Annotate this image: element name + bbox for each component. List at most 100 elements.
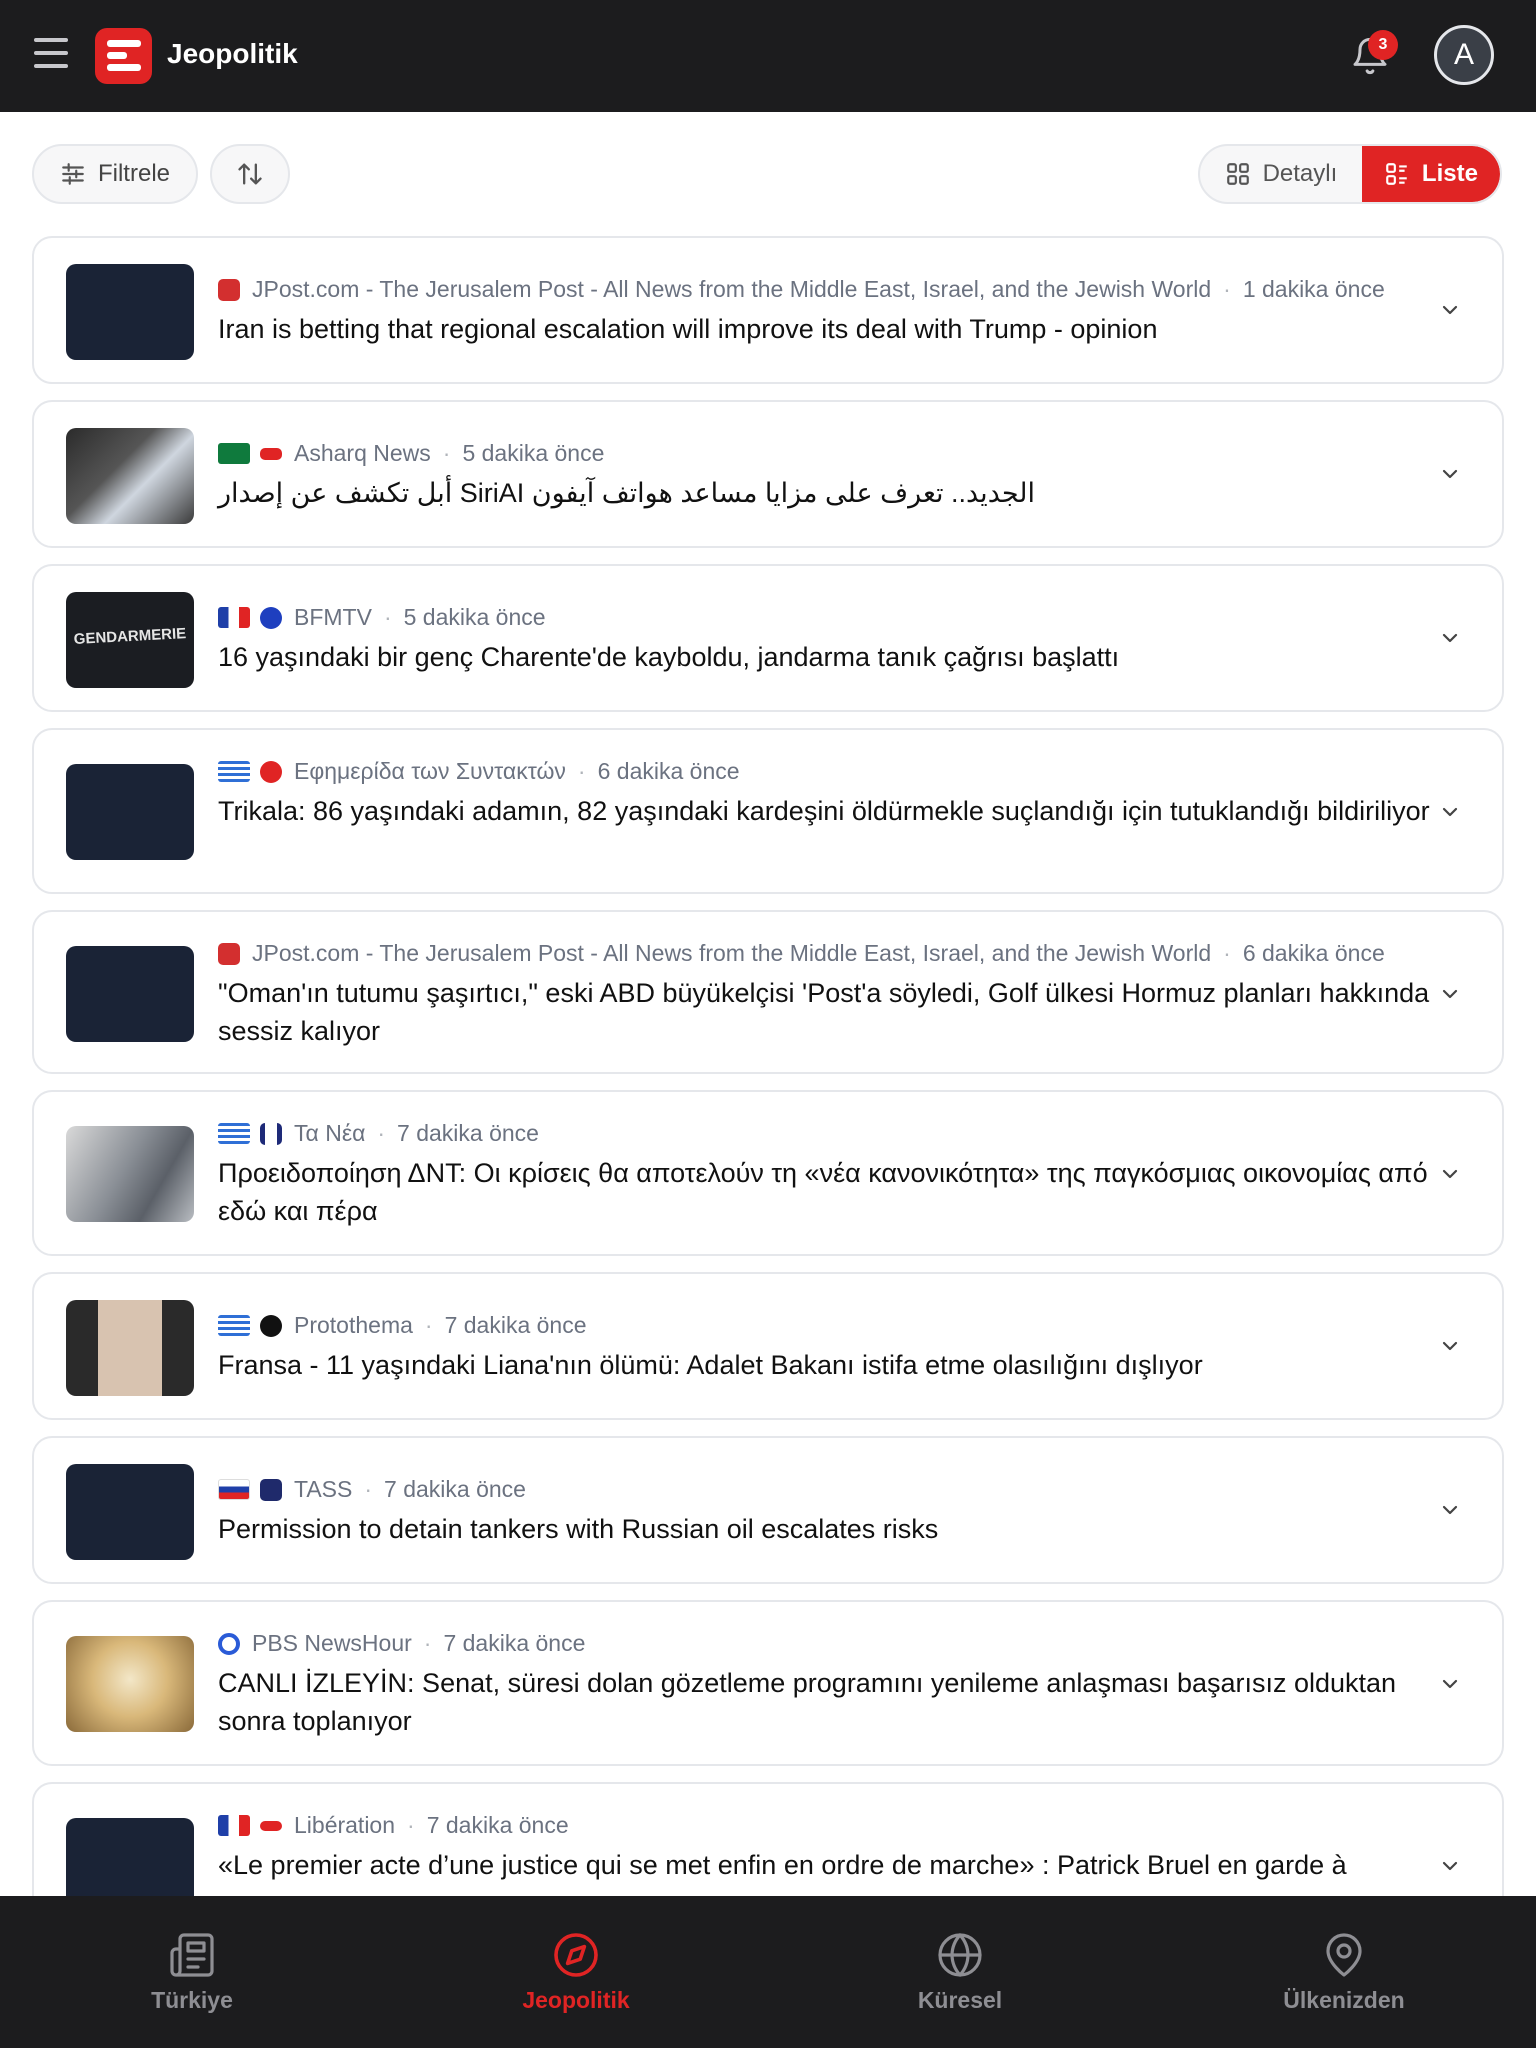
news-thumbnail: GENDARMERIE — [66, 592, 194, 688]
list-icon — [1386, 163, 1407, 185]
news-meta: BFMTV · 5 dakika önce — [218, 604, 546, 631]
chevron-down-icon[interactable] — [1438, 1334, 1462, 1358]
news-title: الجديد.. تعرف على مزايا مساعد هواتف آيفو… — [218, 478, 1036, 508]
news-time: 7 dakika önce — [397, 1120, 539, 1146]
nav-label: Ülkenizden — [1283, 1986, 1405, 2013]
chevron-down-icon[interactable] — [1438, 1672, 1462, 1696]
globe-icon — [938, 1932, 982, 1977]
news-card[interactable]: Εφημερίδα των Συντακτών · 6 dakika önce T… — [32, 728, 1504, 894]
news-source: Protothema — [294, 1312, 413, 1338]
nav-label: Türkiye — [151, 1986, 233, 2013]
bottom-nav: Türkiye Jeopolitik Küresel Ülkenizden — [0, 1896, 1536, 2048]
news-time: 1 dakika önce — [1242, 276, 1385, 302]
news-source: JPost.com - The Jerusalem Post - All New… — [252, 276, 1212, 302]
grid-icon — [1226, 163, 1249, 185]
news-source: Τα Νέα — [294, 1120, 366, 1146]
chevron-down-icon[interactable] — [1438, 800, 1462, 824]
pbs-logo-icon — [218, 1632, 240, 1655]
nav-label: Jeopolitik — [522, 1986, 630, 2013]
france-flag-icon — [218, 1815, 250, 1836]
news-time: 5 dakika önce — [462, 440, 605, 466]
news-title: CANLI İZLEYİN: Senat, süresi dolan gözet… — [218, 1668, 1397, 1736]
greece-flag-icon — [218, 1315, 250, 1336]
news-card[interactable]: PBS NewsHour · 7 dakika önce CANLI İZLEYİ… — [32, 1600, 1504, 1766]
sliders-icon — [62, 163, 84, 185]
news-source: TASS — [294, 1476, 353, 1502]
news-card[interactable]: Τα Νέα · 7 dakika önce Προειδοποίηση ΔΝΤ:… — [32, 1090, 1504, 1256]
chevron-down-icon[interactable] — [1438, 462, 1462, 486]
news-meta: Asharq News · 5 dakika önce — [218, 440, 604, 467]
news-meta: Protothema · 7 dakika önce — [218, 1312, 587, 1339]
compass-icon — [554, 1932, 598, 1977]
news-time: 7 dakika önce — [444, 1312, 587, 1338]
nav-label: Küresel — [917, 1986, 1003, 2013]
news-title: «Le premier acte d’une justice qui se me… — [218, 1850, 1347, 1880]
news-card[interactable]: Asharq News · 5 dakika önce الجديد.. تعرف… — [32, 400, 1504, 548]
view-detail-label: Detaylı — [1262, 160, 1338, 187]
news-card[interactable]: Protothema · 7 dakika önce Fransa - 11 ya… — [32, 1272, 1504, 1420]
view-toggle: Detaylı Liste — [1198, 144, 1502, 204]
chevron-down-icon[interactable] — [1438, 982, 1462, 1006]
tanea-logo-icon — [260, 1122, 282, 1145]
tass-logo-icon — [260, 1478, 282, 1501]
chevron-down-icon[interactable] — [1438, 626, 1462, 650]
map-pin-icon — [1326, 1932, 1362, 1977]
sort-button[interactable] — [210, 144, 290, 204]
chevron-down-icon[interactable] — [1438, 1854, 1462, 1878]
chevron-down-icon[interactable] — [1438, 298, 1462, 322]
news-source: Asharq News — [294, 440, 431, 466]
nav-item-ulkenizden[interactable]: Ülkenizden — [1152, 1896, 1536, 2048]
news-source: PBS NewsHour — [252, 1630, 412, 1656]
top-bar: Jeopolitik 3 A — [0, 0, 1536, 112]
news-source: Libération — [294, 1812, 396, 1838]
france-flag-icon — [218, 607, 250, 628]
news-card[interactable]: GENDARMERIE BFMTV · 5 dakika önce 16 yaşı… — [32, 564, 1504, 712]
news-source: JPost.com - The Jerusalem Post - All New… — [252, 940, 1212, 966]
news-title: Permission to detain tankers with Russia… — [218, 1514, 939, 1544]
news-thumbnail — [66, 428, 194, 524]
news-card[interactable]: JPost.com - The Jerusalem Post - All New… — [32, 910, 1504, 1074]
news-card[interactable]: JPost.com - The Jerusalem Post - All New… — [32, 236, 1504, 384]
jpost-logo-icon — [218, 942, 240, 965]
news-card[interactable]: TASS · 7 dakika önce Permission to detain… — [32, 1436, 1504, 1584]
chevron-down-icon[interactable] — [1438, 1162, 1462, 1186]
news-thumbnail — [66, 1126, 194, 1222]
news-time: 7 dakika önce — [426, 1812, 569, 1838]
menu-icon[interactable] — [34, 38, 68, 74]
news-title: Fransa - 11 yaşındaki Liana'nın ölümü: A… — [218, 1350, 1203, 1380]
news-thumbnail — [66, 264, 194, 360]
nav-item-kuresel[interactable]: Küresel — [768, 1896, 1152, 2048]
news-meta: Τα Νέα · 7 dakika önce — [218, 1120, 539, 1147]
nav-item-jeopolitik[interactable]: Jeopolitik — [384, 1896, 768, 2048]
news-thumbnail — [66, 764, 194, 860]
app-logo — [95, 28, 152, 84]
avatar[interactable]: A — [1434, 25, 1494, 85]
news-title: Iran is betting that regional escalation… — [218, 314, 1158, 344]
liberation-logo-icon — [260, 1820, 282, 1831]
chevron-down-icon[interactable] — [1438, 1498, 1462, 1522]
news-thumbnail — [66, 1300, 194, 1396]
view-detail-button[interactable]: Detaylı — [1200, 146, 1362, 202]
news-thumbnail — [66, 946, 194, 1042]
news-title: Προειδοποίηση ΔΝΤ: Οι κρίσεις θα αποτελο… — [218, 1158, 1428, 1226]
news-thumbnail — [66, 1636, 194, 1732]
protothema-logo-icon — [260, 1314, 282, 1337]
saudi-flag-icon — [218, 443, 250, 464]
nav-item-turkiye[interactable]: Türkiye — [0, 1896, 384, 2048]
news-time: 5 dakika önce — [403, 604, 546, 630]
news-meta: PBS NewsHour · 7 dakika önce — [218, 1630, 585, 1657]
sort-arrows-icon — [238, 163, 262, 185]
greece-flag-icon — [218, 1123, 250, 1144]
app-title: Jeopolitik — [167, 38, 298, 69]
news-time: 7 dakika önce — [443, 1630, 586, 1656]
view-list-button[interactable]: Liste — [1361, 146, 1500, 202]
efsyn-logo-icon — [260, 760, 282, 783]
news-meta: JPost.com - The Jerusalem Post - All New… — [218, 940, 1385, 967]
jpost-logo-icon — [218, 278, 240, 301]
filter-button[interactable]: Filtrele — [32, 144, 198, 204]
news-meta: Libération · 7 dakika önce — [218, 1812, 569, 1839]
news-time: 6 dakika önce — [1242, 940, 1385, 966]
notification-badge: 3 — [1368, 30, 1398, 60]
news-title: 16 yaşındaki bir genç Charente'de kaybol… — [218, 642, 1120, 672]
bfmtv-logo-icon — [260, 606, 282, 629]
